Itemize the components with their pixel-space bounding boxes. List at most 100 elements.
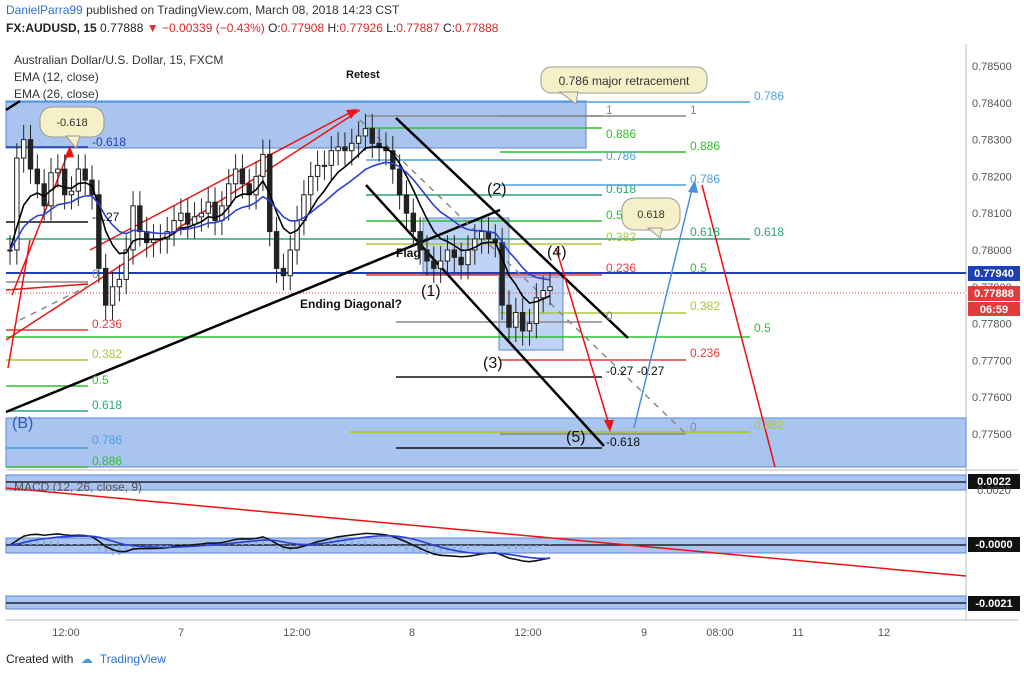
candle-body	[109, 286, 116, 306]
annotation-flag: Flag	[396, 246, 421, 260]
footer-created-with: Created with	[6, 652, 74, 666]
fib-left-886: 0.886	[92, 454, 122, 468]
price-tick: 0.77500	[972, 429, 1012, 441]
fib-left-5: 0.5	[92, 373, 109, 387]
candle-body	[451, 249, 458, 258]
legend-ema-12[interactable]: EMA (12, close)	[14, 70, 99, 84]
candle-body	[294, 220, 300, 251]
time-tick: 9	[641, 627, 647, 639]
macd-tick-0020: 0.0020	[977, 485, 1011, 497]
candle-body	[547, 286, 553, 291]
time-tick: 8	[409, 627, 415, 639]
legend-ema-12-text: EMA (12, close)	[14, 70, 99, 84]
time-tick: 11	[792, 627, 803, 639]
price-tick: 0.78000	[972, 245, 1012, 257]
candle-body	[499, 242, 505, 306]
candle-body	[198, 212, 205, 218]
svg-text:0.618: 0.618	[637, 209, 665, 221]
candle-body	[349, 142, 355, 152]
legend-macd[interactable]: MACD (12, 26, close, 9)	[14, 480, 142, 494]
candle-body	[260, 153, 266, 177]
candle-body	[185, 212, 191, 225]
chart-canvas[interactable]: 0.78500 0.78400 0.78300 0.78200 0.78100 0.780…	[0, 0, 1024, 677]
fib-far-382: 0.382	[754, 418, 784, 432]
candle-body	[287, 249, 293, 277]
candle-body	[273, 231, 280, 269]
macd-trendline	[5, 487, 967, 577]
candle-body	[171, 220, 177, 233]
candle-body	[540, 289, 546, 299]
fib-mid-5: 0.5	[606, 208, 623, 222]
candle-body	[61, 168, 68, 196]
candle-body	[253, 175, 259, 196]
time-tick: 12:00	[514, 627, 542, 639]
fib-left-382: 0.382	[92, 347, 122, 361]
price-axis[interactable]: 0.78500 0.78400 0.78300 0.78200 0.78100 0.780…	[972, 61, 1012, 441]
candle-body	[34, 168, 41, 185]
fib-right-786: 0.786	[690, 172, 720, 186]
time-tick: 12	[878, 627, 890, 639]
wave-label-2: (2)	[487, 181, 507, 198]
candle-body	[27, 139, 34, 170]
candle-body	[20, 139, 27, 159]
price-tick: 0.78300	[972, 135, 1012, 147]
fib-mid-786: 0.786	[606, 149, 636, 163]
fib-mid-1: 1	[606, 103, 613, 117]
svg-text:0.786 major retracement: 0.786 major retracement	[559, 74, 690, 88]
fib-left-618: 0.618	[92, 398, 122, 412]
candle-body	[232, 168, 239, 185]
fib-right-5: 0.5	[690, 261, 707, 275]
fib-right-1: 1	[690, 103, 697, 117]
legend-macd-text: MACD (12, 26, close, 9)	[14, 480, 143, 494]
candle-body	[396, 168, 403, 196]
candle-body	[410, 212, 416, 233]
fib-mid-neg618: -0.618	[606, 435, 640, 449]
candle-body	[144, 231, 150, 244]
price-tick: 0.77600	[972, 392, 1012, 404]
fib-left-neg27: -0.27	[92, 210, 120, 224]
candle-body	[506, 304, 512, 328]
price-tick: 0.78200	[972, 171, 1012, 183]
candle-body	[55, 168, 61, 174]
macd-label-zero: -0.0000	[975, 539, 1012, 551]
candle-body	[355, 135, 362, 144]
candle-body	[75, 168, 82, 192]
legend-title[interactable]: Australian Dollar/U.S. Dollar, 15, FXCM	[14, 53, 223, 67]
candle-body	[239, 168, 246, 185]
price-tick: 0.78500	[972, 61, 1012, 73]
annotation-ending-diagonal: Ending Diagonal?	[300, 297, 402, 311]
candle-body	[7, 249, 13, 252]
fib-mid-236: 0.236	[606, 261, 636, 275]
candle-body	[116, 278, 123, 288]
footer-brand-link[interactable]: TradingView	[100, 652, 166, 666]
fib-right-886: 0.886	[690, 139, 720, 153]
candle-body	[314, 164, 321, 177]
svg-text:-0.618: -0.618	[56, 117, 87, 129]
wave-label-1: (1)	[421, 283, 441, 300]
price-label-77888: 0.77888	[974, 288, 1014, 300]
legend-title-text: Australian Dollar/U.S. Dollar, 15, FXCM	[14, 53, 224, 67]
price-tick: 0.77700	[972, 355, 1012, 367]
candle-body	[437, 260, 444, 269]
legend-ema-26[interactable]: EMA (26, close)	[14, 87, 99, 101]
candle-body	[519, 312, 526, 332]
fib-far-618: 0.618	[754, 225, 784, 239]
candle-body	[458, 256, 464, 266]
candle-body	[342, 146, 348, 152]
candle-body	[526, 323, 533, 332]
bar-countdown: 06:59	[980, 304, 1008, 316]
time-tick: 12:00	[52, 627, 80, 639]
fib-mid-886: 0.886	[606, 127, 636, 141]
fib-mid-0: 0	[606, 309, 613, 323]
fib-left-0: 0	[92, 267, 99, 281]
price-label-77940: 0.77940	[974, 268, 1014, 280]
time-axis[interactable]: 12:00 7 12:00 8 12:00 9 08:00 11 12	[52, 627, 890, 639]
candle-body	[178, 212, 184, 222]
fib-mid-618: 0.618	[606, 182, 636, 196]
candle-body	[465, 249, 471, 266]
candle-body	[226, 183, 232, 207]
time-tick: 7	[178, 627, 184, 639]
wave-label-4: (4)	[547, 244, 567, 261]
fib-right-236: 0.236	[690, 346, 720, 360]
candle-body	[403, 194, 410, 214]
